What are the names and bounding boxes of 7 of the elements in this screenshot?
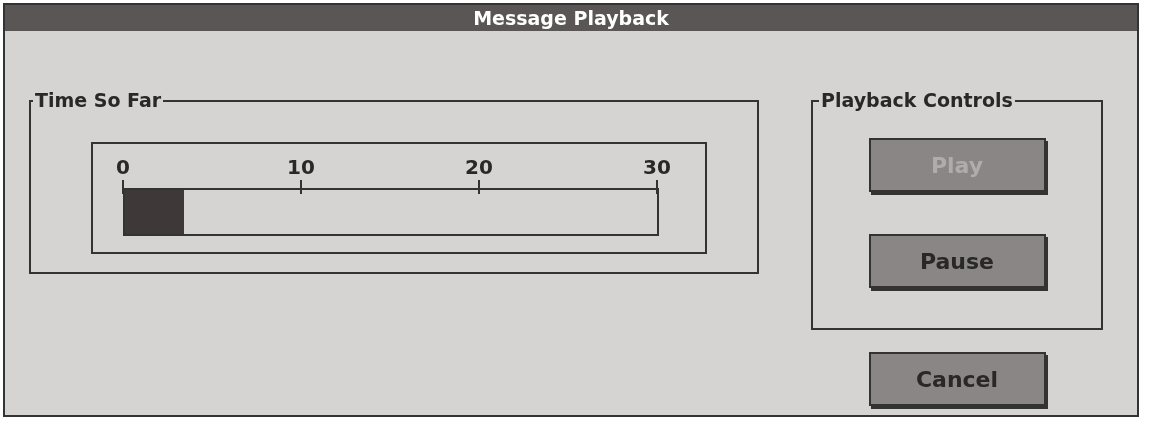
window-title: Message Playback xyxy=(473,5,669,31)
scale-label: 0 xyxy=(116,154,130,180)
push-button[interactable]: Cancel xyxy=(868,352,1046,406)
scale-label: 30 xyxy=(643,154,671,180)
push-button[interactable]: Pause xyxy=(868,234,1046,288)
scale-label: 10 xyxy=(287,154,315,180)
scale-label: 20 xyxy=(465,154,493,180)
